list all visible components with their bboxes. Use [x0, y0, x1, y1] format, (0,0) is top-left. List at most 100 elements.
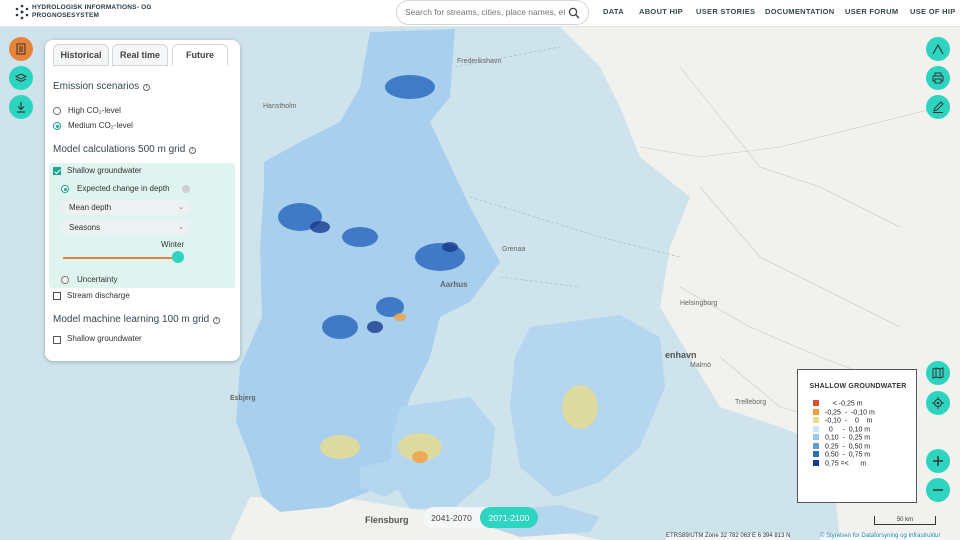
- status-dot: [182, 185, 190, 193]
- map-label-grenaa: Grenaa: [502, 246, 526, 253]
- plus-icon: [933, 456, 943, 466]
- tab-real-time[interactable]: Real time: [112, 44, 168, 66]
- select-seasons-value: Seasons: [69, 223, 101, 232]
- label-high-co2[interactable]: High CO₂-level: [68, 106, 121, 115]
- zoom-in-button[interactable]: [926, 449, 950, 473]
- search-input[interactable]: [405, 7, 565, 17]
- zoom-out-button[interactable]: [926, 478, 950, 502]
- brand-line-1: HYDROLOGISK INFORMATIONS- OG: [32, 4, 152, 11]
- legend-swatch: [813, 451, 819, 457]
- label-shallow-groundwater[interactable]: Shallow groundwater: [67, 166, 142, 175]
- hip-logo-icon[interactable]: [14, 4, 30, 20]
- scale-label: 50 km: [896, 517, 914, 523]
- info-icon[interactable]: i: [213, 317, 221, 324]
- legend-swatch: [813, 434, 819, 440]
- info-icon[interactable]: i: [143, 84, 151, 91]
- select-mean-depth-value: Mean depth: [69, 203, 112, 212]
- measure-button[interactable]: [926, 37, 950, 61]
- layers-list-button[interactable]: [9, 37, 33, 61]
- radio-medium-co2[interactable]: [53, 122, 61, 130]
- legend-title: SHALLOW GROUNDWATER: [809, 383, 907, 390]
- radio-high-co2[interactable]: [53, 107, 61, 115]
- map-view-button[interactable]: [926, 361, 950, 385]
- map-label-helsingborg: Helsingborg: [680, 300, 718, 307]
- ml-title: Model machine learning 100 m grid: [53, 314, 210, 325]
- shallow-groundwater-group: Shallow groundwater Expected change in d…: [49, 163, 235, 288]
- download-button[interactable]: [9, 95, 33, 119]
- scale-bar: 50 km: [874, 516, 936, 525]
- map-label-flensburg: Flensburg: [365, 515, 409, 525]
- emission-title: Emission scenarios: [53, 81, 140, 92]
- label-medium-co2[interactable]: Medium CO₂-level: [68, 121, 133, 130]
- period-toggle: 2041-2070 2071-2100: [423, 507, 538, 528]
- print-button[interactable]: [926, 66, 950, 90]
- coordinates-readout: ETRS89/UTM Zone 32 782 063 E 6 394 813 N: [666, 533, 791, 540]
- radio-uncertainty[interactable]: [61, 276, 69, 284]
- model-ml-heading: Model machine learning 100 m grid i: [53, 314, 221, 325]
- season-slider-track[interactable]: [63, 257, 179, 259]
- brand-title[interactable]: HYDROLOGISK INFORMATIONS- OG PROGNOSESYS…: [32, 4, 152, 20]
- info-icon[interactable]: i: [189, 147, 197, 154]
- locate-button[interactable]: [926, 391, 950, 415]
- map-label-frederikshavn: Frederikshavn: [457, 58, 502, 65]
- search-icon[interactable]: [568, 7, 580, 19]
- pencil-icon: [933, 101, 944, 113]
- period-2041-2070-button[interactable]: 2041-2070: [423, 507, 480, 528]
- legend-swatch: [813, 442, 819, 449]
- legend-row: 0,75 =< m: [813, 459, 867, 468]
- legend-label: < -0,25 m: [825, 400, 863, 408]
- legend-row: 0,25 - 0,50 m: [813, 442, 871, 451]
- legend-row: < -0,25 m: [813, 400, 863, 408]
- season-slider-handle[interactable]: [172, 251, 184, 263]
- print-icon: [932, 72, 944, 84]
- legend-label: 0,50 - 0,75 m: [825, 451, 871, 459]
- minus-icon: [933, 489, 943, 491]
- legend-label: 0,10 - 0,25 m: [825, 434, 871, 442]
- nav-data[interactable]: DATA: [603, 7, 624, 16]
- basemap-layers-button[interactable]: [9, 66, 33, 90]
- draw-button[interactable]: [926, 95, 950, 119]
- legend-label: 0,75 =< m: [825, 460, 867, 467]
- label-ml-shallow-groundwater[interactable]: Shallow groundwater: [67, 334, 142, 343]
- model500-title: Model calculations 500 m grid: [53, 144, 186, 155]
- nav-documentation[interactable]: DOCUMENTATION: [765, 7, 834, 16]
- label-stream-discharge[interactable]: Stream discharge: [67, 291, 130, 300]
- map-label-hanstholm: Hanstholm: [263, 103, 297, 110]
- locate-icon: [932, 397, 944, 409]
- legend-row: -0,10 - 0 m: [813, 417, 872, 425]
- legend-swatch: [813, 400, 819, 406]
- attribution-link[interactable]: © Styrelsen for Dataforsyning og Infrast…: [820, 533, 941, 540]
- legend-row: 0 - 0,10 m: [813, 425, 870, 434]
- select-seasons[interactable]: Seasons ⌄: [61, 220, 191, 235]
- checkbox-stream-discharge[interactable]: [53, 292, 61, 300]
- nav-user-forum[interactable]: USER FORUM: [845, 7, 898, 16]
- period-2071-2100-button[interactable]: 2071-2100: [480, 507, 538, 528]
- tab-future[interactable]: Future: [172, 44, 228, 66]
- legend-label: -0,10 - 0 m: [825, 417, 873, 425]
- map-label-esbjerg: Esbjerg: [230, 395, 256, 402]
- checkbox-ml-shallow-groundwater[interactable]: [53, 336, 61, 344]
- legend-swatch: [813, 408, 819, 415]
- legend-label: -0,25 - -0,10 m: [825, 409, 875, 416]
- radio-expected-change[interactable]: [61, 185, 69, 193]
- search-box: [396, 0, 589, 25]
- legend-swatch: [813, 425, 819, 432]
- nav-use-of-hip[interactable]: USE OF HIP: [910, 7, 956, 16]
- select-mean-depth[interactable]: Mean depth ⌄: [61, 200, 191, 215]
- checkbox-shallow-groundwater[interactable]: [53, 167, 61, 175]
- layers-icon: [15, 73, 27, 83]
- measure-icon: [932, 43, 944, 55]
- label-uncertainty[interactable]: Uncertainty: [77, 275, 117, 284]
- legend-label: 0,25 - 0,50 m: [825, 443, 871, 450]
- legend-row: 0,10 - 0,25 m: [813, 434, 870, 442]
- tab-historical[interactable]: Historical: [53, 44, 109, 66]
- label-expected-change[interactable]: Expected change in depth: [77, 184, 170, 193]
- nav-user-stories[interactable]: USER STORIES: [696, 7, 755, 16]
- chevron-down-icon: ⌄: [178, 204, 184, 211]
- nav-about-hip[interactable]: ABOUT HIP: [639, 7, 683, 16]
- season-value-label: Winter: [161, 240, 185, 249]
- map-label-kobenhavn: enhavn: [665, 350, 697, 360]
- chevron-down-icon: ⌄: [178, 224, 184, 231]
- download-icon: [17, 102, 25, 113]
- legend-row: -0,25 - -0,10 m: [813, 408, 875, 417]
